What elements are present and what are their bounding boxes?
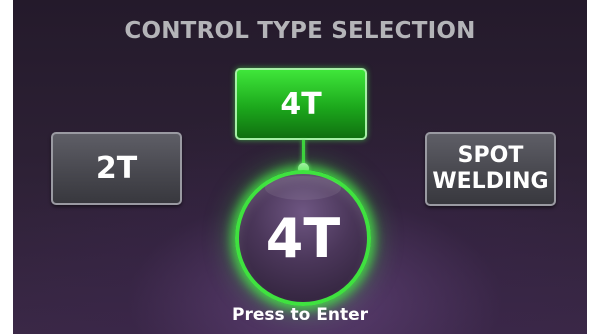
screen-title: CONTROL TYPE SELECTION xyxy=(124,18,476,44)
enter-knob[interactable]: 4T xyxy=(235,170,371,306)
spot-welding-label-line2: WELDING xyxy=(432,169,549,194)
option-4t-button[interactable]: 4T xyxy=(235,68,367,140)
knob-value: 4T xyxy=(265,206,341,270)
spot-welding-label-line1: SPOT xyxy=(457,143,524,168)
press-to-enter-hint: Press to Enter xyxy=(231,305,368,325)
control-type-screen: CONTROL TYPE SELECTION 2T 4T SPOT WELDIN… xyxy=(13,0,587,334)
option-2t-button[interactable]: 2T xyxy=(51,132,182,205)
option-spot-welding-button[interactable]: SPOT WELDING xyxy=(425,132,556,206)
